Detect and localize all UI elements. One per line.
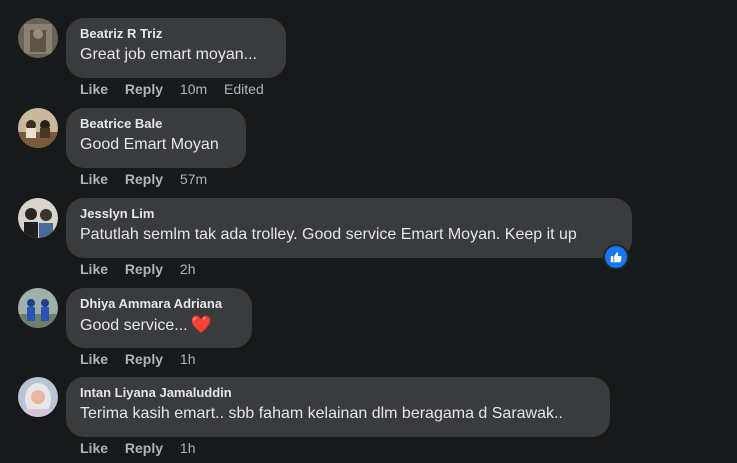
comment-text: Good service... ❤️: [80, 315, 238, 336]
comment-author[interactable]: Intan Liyana Jamaluddin: [80, 385, 596, 401]
like-button[interactable]: Like: [80, 261, 108, 277]
comment-author[interactable]: Jesslyn Lim: [80, 206, 618, 222]
comment-bubble: Dhiya Ammara Adriana Good service... ❤️: [66, 288, 252, 348]
like-reaction-icon[interactable]: [603, 244, 629, 270]
comment-author[interactable]: Beatrice Bale: [80, 116, 232, 132]
heart-emoji-icon: ❤️: [190, 315, 212, 334]
reply-button[interactable]: Reply: [125, 81, 163, 97]
avatar[interactable]: [18, 377, 58, 417]
comment-timestamp[interactable]: 1h: [180, 351, 196, 367]
comment-actions: Like Reply 1h: [80, 351, 209, 367]
reply-button[interactable]: Reply: [125, 171, 163, 187]
comment-timestamp[interactable]: 2h: [180, 261, 196, 277]
avatar[interactable]: [18, 288, 58, 328]
reply-button[interactable]: Reply: [125, 351, 163, 367]
comment-timestamp[interactable]: 1h: [180, 440, 196, 456]
comment-text-content: Good service...: [80, 317, 188, 334]
like-button[interactable]: Like: [80, 440, 108, 456]
comment-actions: Like Reply 1h: [80, 440, 209, 456]
like-button[interactable]: Like: [80, 171, 108, 187]
comment-author[interactable]: Dhiya Ammara Adriana: [80, 296, 238, 312]
avatar[interactable]: [18, 198, 58, 238]
comment-text: Patutlah semlm tak ada trolley. Good ser…: [80, 226, 577, 243]
avatar[interactable]: [18, 18, 58, 58]
like-button[interactable]: Like: [80, 351, 108, 367]
reply-button[interactable]: Reply: [125, 440, 163, 456]
avatar[interactable]: [18, 108, 58, 148]
comment-author[interactable]: Beatriz R Triz: [80, 26, 272, 42]
like-button[interactable]: Like: [80, 81, 108, 97]
edited-label[interactable]: Edited: [224, 81, 264, 97]
comment-text: Good Emart Moyan: [80, 136, 219, 153]
comment-timestamp[interactable]: 10m: [180, 81, 207, 97]
comment-bubble: Beatriz R Triz Great job emart moyan...: [66, 18, 286, 78]
comment-bubble: Intan Liyana Jamaluddin Terima kasih ema…: [66, 377, 610, 437]
comment-text: Terima kasih emart.. sbb faham kelainan …: [80, 405, 563, 422]
reply-button[interactable]: Reply: [125, 261, 163, 277]
comment-text: Great job emart moyan...: [80, 46, 257, 63]
comment-bubble: Jesslyn Lim Patutlah semlm tak ada troll…: [66, 198, 632, 258]
comment-bubble: Beatrice Bale Good Emart Moyan: [66, 108, 246, 168]
comment-actions: Like Reply 2h: [80, 261, 209, 277]
comment-timestamp[interactable]: 57m: [180, 171, 207, 187]
comment-actions: Like Reply 10m Edited: [80, 81, 277, 97]
comment-actions: Like Reply 57m: [80, 171, 220, 187]
